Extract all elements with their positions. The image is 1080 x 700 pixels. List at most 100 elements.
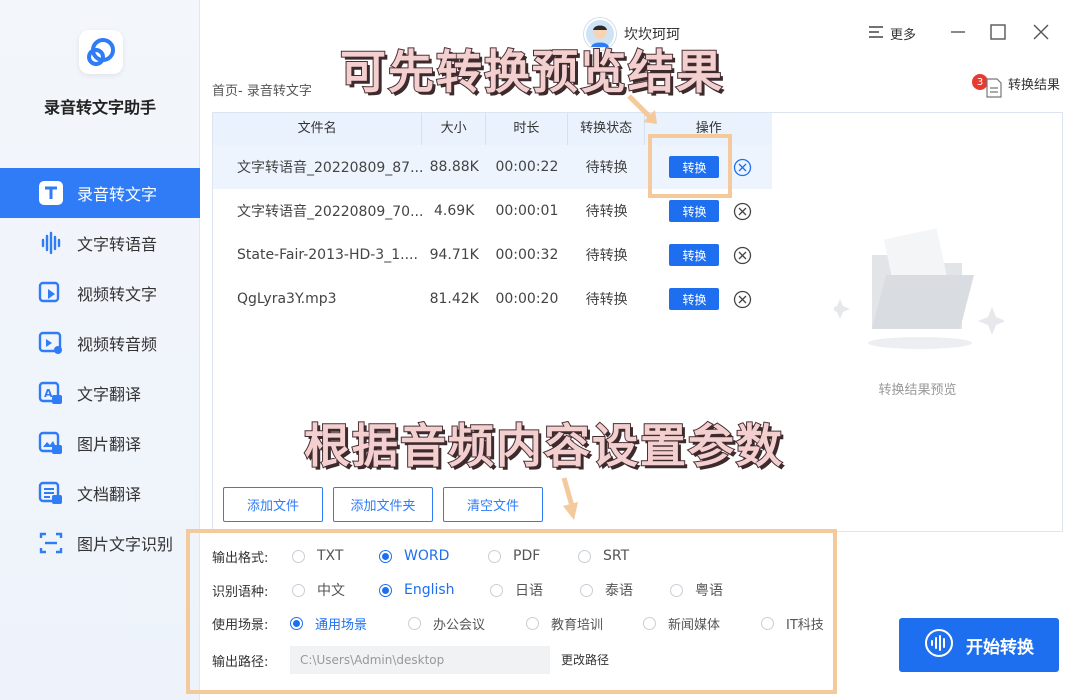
conversion-results-button[interactable]: 3 转换结果 <box>972 74 1060 98</box>
sidebar-item-document-translate[interactable]: 文档翻译 <box>0 468 200 518</box>
radio-icon <box>643 616 656 630</box>
radio-icon <box>578 549 591 563</box>
table-row[interactable]: State-Fair-2013-HD-3_1.... 94.71K 00:00:… <box>213 233 772 277</box>
header-filename: 文件名 <box>213 113 423 145</box>
radio-icon <box>488 549 501 563</box>
convert-button[interactable]: 转换 <box>669 288 720 310</box>
radio-icon <box>292 583 305 597</box>
add-folder-button[interactable]: 添加文件夹 <box>333 487 433 522</box>
close-window-button[interactable] <box>1031 22 1051 42</box>
sidebar-item-audio-to-text[interactable]: 录音转文字 <box>0 168 200 218</box>
option-label: 教育培训 <box>551 617 604 633</box>
format-option-txt[interactable]: TXT <box>292 548 343 564</box>
change-path-button[interactable]: 更改路径 <box>561 651 609 668</box>
language-label: 识别语种: <box>212 584 269 600</box>
sound-wave-icon <box>38 230 64 256</box>
row-actions: 转换 <box>645 244 772 266</box>
remove-file-icon[interactable] <box>733 246 752 265</box>
breadcrumb: 首页- 录音转文字 <box>212 84 312 99</box>
option-label: WORD <box>404 548 450 564</box>
row-actions: 转换 <box>645 156 772 178</box>
format-option-srt[interactable]: SRT <box>578 548 629 564</box>
add-file-button[interactable]: 添加文件 <box>223 487 323 522</box>
file-name: 文字转语音_20220809_87... <box>237 160 423 176</box>
output-format-row: 输出格式: TXT WORD PDF SRT <box>212 544 629 568</box>
sidebar-item-label: 文字转语音 <box>77 235 158 254</box>
result-preview-panel: 转换结果预览 <box>772 112 1063 532</box>
remove-file-icon[interactable] <box>733 202 752 221</box>
sidebar-item-label: 视频转文字 <box>77 285 158 304</box>
convert-button[interactable]: 转换 <box>669 200 720 222</box>
file-size: 4.69K <box>434 203 475 219</box>
row-actions: 转换 <box>645 200 772 222</box>
more-menu-button[interactable]: 更多 <box>868 24 916 43</box>
sidebar-item-label: 录音转文字 <box>77 185 158 204</box>
menu-lines-icon <box>868 25 884 43</box>
sidebar-item-ocr[interactable]: 图片文字识别 <box>0 518 200 568</box>
sidebar-item-text-to-speech[interactable]: 文字转语音 <box>0 218 200 268</box>
format-option-pdf[interactable]: PDF <box>488 548 540 564</box>
language-option-chinese[interactable]: 中文 <box>292 580 345 600</box>
remove-file-icon[interactable] <box>733 290 752 309</box>
file-name: 文字转语音_20220809_70... <box>237 204 423 220</box>
format-option-word[interactable]: WORD <box>379 548 449 564</box>
close-icon <box>1033 24 1049 40</box>
start-conversion-button[interactable]: 开始转换 <box>899 618 1059 672</box>
sidebar-item-text-translate[interactable]: A 文字翻译 <box>0 368 200 418</box>
sidebar-item-video-to-audio[interactable]: 视频转音频 <box>0 318 200 368</box>
language-row: 识别语种: 中文 English 日语 泰语 粤语 <box>212 578 723 602</box>
option-label: 新闻媒体 <box>668 617 721 633</box>
option-label: 办公会议 <box>433 617 486 633</box>
sidebar-item-label: 视频转音频 <box>77 335 158 354</box>
sidebar-item-video-to-text[interactable]: 视频转文字 <box>0 268 200 318</box>
arrow-down-icon <box>561 477 578 520</box>
language-option-english[interactable]: English <box>379 582 455 598</box>
radio-icon <box>490 583 503 597</box>
output-path-row: 输出路径: 更改路径 <box>212 646 632 674</box>
file-buttons: 添加文件 添加文件夹 清空文件 <box>223 487 553 522</box>
convert-button[interactable]: 转换 <box>669 244 720 266</box>
option-label: 泰语 <box>605 583 633 599</box>
language-option-japanese[interactable]: 日语 <box>490 580 543 600</box>
scene-option-news[interactable]: 新闻媒体 <box>643 614 720 633</box>
text-translate-icon: A <box>38 380 64 406</box>
table-row[interactable]: QgLyra3Y.mp3 81.42K 00:00:20 待转换 转换 <box>213 277 772 321</box>
file-status: 待转换 <box>585 204 628 220</box>
table-row[interactable]: 文字转语音_20220809_70... 4.69K 00:00:01 待转换 … <box>213 189 772 233</box>
clear-files-button[interactable]: 清空文件 <box>443 487 543 522</box>
language-option-cantonese[interactable]: 粤语 <box>670 580 723 600</box>
scene-option-general[interactable]: 通用场景 <box>290 614 367 633</box>
file-duration: 00:00:20 <box>495 291 559 307</box>
minimize-icon <box>951 31 965 33</box>
app-logo-icon <box>79 30 123 74</box>
app-name: 录音转文字助手 <box>43 98 156 117</box>
sidebar-item-label: 文字翻译 <box>77 385 142 404</box>
document-icon <box>986 78 1002 102</box>
radio-icon <box>408 616 421 630</box>
maximize-button[interactable] <box>988 22 1008 42</box>
scan-ocr-icon <box>38 530 64 556</box>
minimize-button[interactable] <box>948 22 968 42</box>
option-label: 日语 <box>515 583 543 599</box>
sidebar-item-image-translate[interactable]: 图片翻译 <box>0 418 200 468</box>
file-duration: 00:00:22 <box>495 159 559 175</box>
output-path-label: 输出路径: <box>212 654 269 670</box>
output-path-input[interactable] <box>290 646 550 674</box>
option-label: 粤语 <box>695 583 723 599</box>
option-label: English <box>404 582 455 598</box>
language-option-thai[interactable]: 泰语 <box>580 580 633 600</box>
scene-option-it[interactable]: IT科技 <box>761 614 824 633</box>
scene-option-education[interactable]: 教育培训 <box>526 614 603 633</box>
radio-icon <box>670 583 683 597</box>
svg-text:A: A <box>44 387 53 400</box>
radio-icon <box>526 616 539 630</box>
scene-option-office[interactable]: 办公会议 <box>408 614 485 633</box>
maximize-icon <box>990 24 1006 40</box>
annotation-settings-hint: 根据音频内容设置参数 <box>303 418 784 474</box>
table-row[interactable]: 文字转语音_20220809_87... 88.88K 00:00:22 待转换… <box>213 145 772 189</box>
remove-file-icon[interactable] <box>733 158 752 177</box>
header-size: 大小 <box>422 113 487 145</box>
file-size: 94.71K <box>429 247 479 263</box>
radio-icon <box>761 616 774 630</box>
convert-button[interactable]: 转换 <box>669 156 720 178</box>
